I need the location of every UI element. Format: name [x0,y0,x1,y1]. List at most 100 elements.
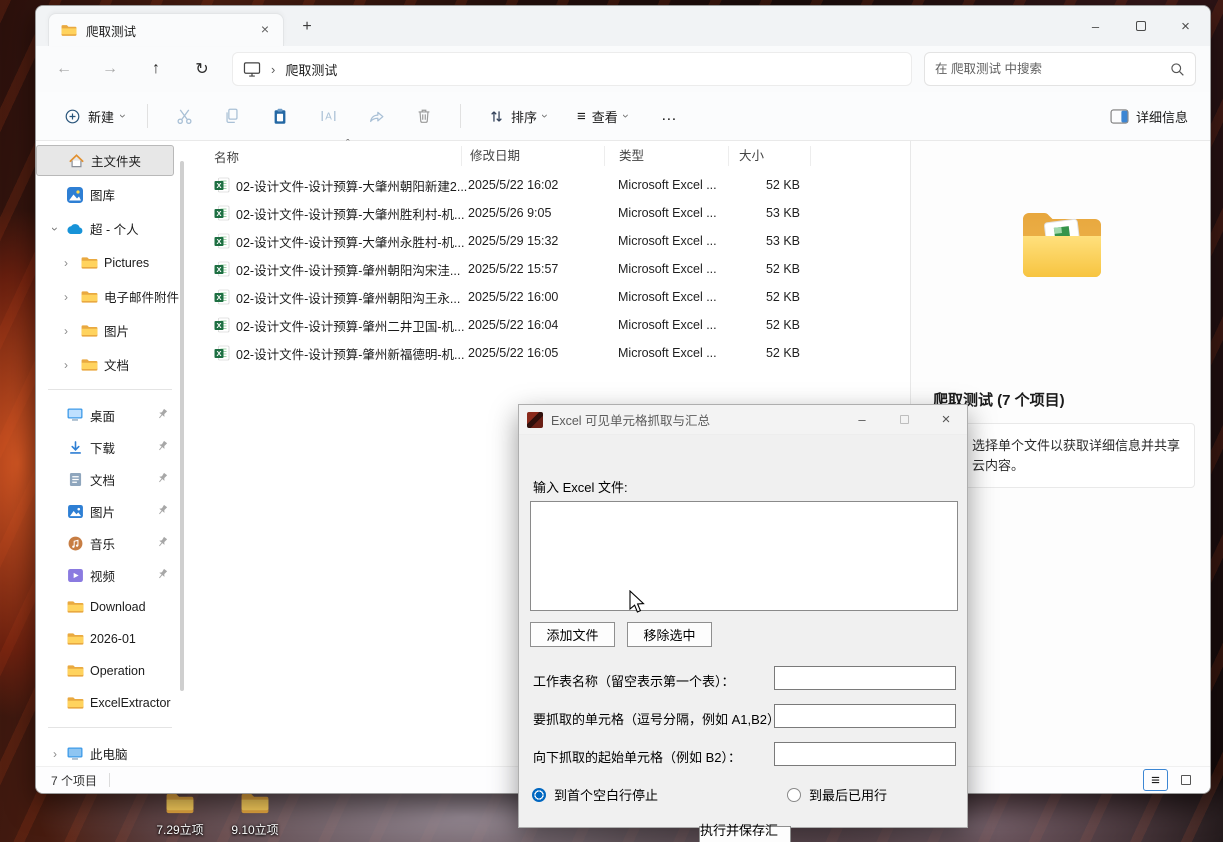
icons-view-button[interactable] [1173,769,1198,791]
file-row[interactable]: X 02-设计文件-设计预算-大肇州胜利村-机... 2025/5/26 9:0… [186,199,910,227]
sidebar-item-documents-cn[interactable]: › 文档 [36,349,186,380]
sidebar-item-pictures[interactable]: 图片 [36,496,186,526]
file-row[interactable]: X 02-设计文件-设计预算-大肇州永胜村-机... 2025/5/29 15:… [186,227,910,255]
search-box[interactable] [924,52,1196,86]
cut-button[interactable] [165,99,203,133]
view-button[interactable]: ≡ 查看 › [568,101,637,132]
column-header-size[interactable]: 大小 [728,146,811,166]
sheet-name-input[interactable] [774,666,956,690]
folder-icon [240,792,270,815]
back-button[interactable]: ← [48,53,80,85]
dialog-close-button[interactable]: × [925,405,967,435]
column-header-type[interactable]: 类型 [604,146,728,166]
file-name: 02-设计文件-设计预算-肇州二井卫国-机... [236,316,468,335]
desktop-icon-folder-2[interactable]: 9.10立项 [223,792,287,838]
chevron-down-icon: › [619,114,633,118]
file-row[interactable]: X 02-设计文件-设计预算-大肇州朝阳新建2... 2025/5/22 16:… [186,171,910,199]
music-icon [66,534,84,552]
sidebar-item-music[interactable]: 音乐 [36,528,186,558]
details-view-button[interactable]: ≡ [1143,769,1168,791]
sidebar-item-email-attachments[interactable]: › 电子邮件附件 [36,281,186,312]
file-listbox[interactable] [530,501,958,611]
add-files-button[interactable]: 添加文件 [530,622,615,647]
scissors-icon [175,107,194,126]
sidebar-item-pictures-cn[interactable]: › 图片 [36,315,186,346]
tab-folder[interactable]: 爬取测试 × [48,13,284,46]
radio-stop-at-blank[interactable]: 到首个空白行停止 [532,785,658,804]
sidebar-item-excelextractor[interactable]: ExcelExtractor [36,688,186,718]
sidebar-item-gallery[interactable]: 图库 [36,179,186,210]
column-header-date[interactable]: 修改日期 [461,146,604,166]
column-header-name[interactable]: 名称 [214,147,461,166]
column-headers: ˆ 名称 修改日期 类型 大小 [186,141,910,171]
sidebar-scrollbar[interactable] [180,161,184,691]
maximize-button[interactable] [1118,11,1163,41]
dialog-maximize-button[interactable] [883,405,925,435]
chevron-down-icon: › [116,114,130,118]
pictures-icon [66,502,84,520]
sidebar-item-videos[interactable]: 视频 [36,560,186,590]
file-row[interactable]: X 02-设计文件-设计预算-肇州新福德明-机... 2025/5/22 16:… [186,339,910,367]
sidebar-item-downloads[interactable]: 下载 [36,432,186,462]
sort-button[interactable]: 排序 › [479,101,556,132]
details-pane-toggle[interactable]: 详细信息 [1106,101,1192,132]
share-button[interactable] [357,99,395,133]
dialog-app-icon [527,412,543,428]
forward-button[interactable]: → [94,53,126,85]
chevron-expanded-icon[interactable]: › [48,223,62,235]
view-lines-icon: ≡ [577,108,586,125]
desktop-icon-folder-1[interactable]: 7.29立项 [148,792,212,838]
dialog-title-bar[interactable]: Excel 可见单元格抓取与汇总 – × [519,405,967,435]
folder-icon [66,662,84,680]
delete-button[interactable] [405,99,443,133]
folder-icon [80,288,98,306]
this-pc-icon [243,61,261,77]
sidebar-item-this-pc[interactable]: › 此电脑 [36,738,186,766]
chevron-collapsed-icon[interactable]: › [60,256,72,270]
chevron-collapsed-icon[interactable]: › [60,324,72,338]
up-button[interactable]: ↑ [140,53,172,85]
run-and-save-button[interactable]: 执行并保存汇总 [699,826,791,842]
sidebar-item-documents[interactable]: 文档 [36,464,186,494]
radio-unselected-icon[interactable] [787,788,801,802]
sidebar-item-home[interactable]: 主文件夹 [36,145,174,176]
minimize-button[interactable]: – [1073,11,1118,41]
file-row[interactable]: X 02-设计文件-设计预算-肇州朝阳沟王永... 2025/5/22 16:0… [186,283,910,311]
radio-selected-icon[interactable] [532,788,546,802]
chevron-collapsed-icon[interactable]: › [60,290,72,304]
more-options-button[interactable]: … [653,107,686,125]
address-bar[interactable]: › 爬取测试 [232,52,912,86]
copy-button[interactable] [213,99,251,133]
rename-button[interactable]: A [309,99,347,133]
sidebar-item-onedrive[interactable]: › 超 - 个人 [36,213,186,244]
breadcrumb-location[interactable]: 爬取测试 [285,60,337,79]
close-button[interactable]: × [1163,11,1208,41]
navigation-bar: ← → ↑ ↻ › 爬取测试 [36,46,1210,92]
dialog-minimize-button[interactable]: – [841,405,883,435]
sidebar-item-download-folder[interactable]: Download [36,592,186,622]
sidebar-item-operation[interactable]: Operation [36,656,186,686]
tab-close-icon[interactable]: × [255,20,275,40]
new-button[interactable]: 新建 › [54,101,135,132]
refresh-button[interactable]: ↻ [186,53,218,85]
new-tab-button[interactable]: + [294,15,320,41]
radio-last-used-row[interactable]: 到最后已用行 [787,785,887,804]
cells-input[interactable] [774,704,956,728]
sidebar-item-2026-01[interactable]: 2026-01 [36,624,186,654]
remove-selected-button[interactable]: 移除选中 [627,622,712,647]
rename-icon: A [319,107,338,125]
start-cell-input[interactable] [774,742,956,766]
radio-label[interactable]: 到最后已用行 [809,785,887,804]
search-input[interactable] [935,62,1170,76]
search-icon [1170,62,1185,77]
chevron-collapsed-icon[interactable]: › [60,358,72,372]
file-type: Microsoft Excel ... [618,290,738,304]
file-row[interactable]: X 02-设计文件-设计预算-肇州朝阳沟宋洼... 2025/5/22 15:5… [186,255,910,283]
chevron-collapsed-icon[interactable]: › [49,747,61,761]
radio-label[interactable]: 到首个空白行停止 [554,785,658,804]
document-icon [66,470,84,488]
sidebar-item-desktop[interactable]: 桌面 [36,400,186,430]
paste-button[interactable] [261,99,299,133]
file-row[interactable]: X 02-设计文件-设计预算-肇州二井卫国-机... 2025/5/22 16:… [186,311,910,339]
sidebar-item-pictures-en[interactable]: › Pictures [36,247,186,278]
